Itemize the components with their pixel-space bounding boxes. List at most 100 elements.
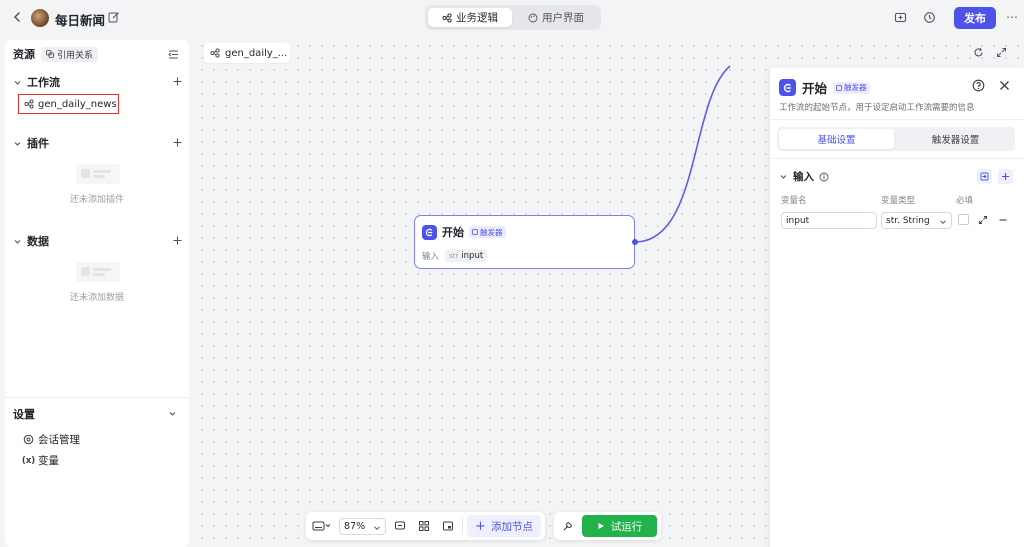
minimap-icon[interactable] xyxy=(442,520,454,532)
column-header-name: 变量名 xyxy=(781,196,807,206)
publish-button[interactable]: 发布 xyxy=(954,7,996,29)
settings-title[interactable]: 设置 xyxy=(13,406,35,422)
empty-plugins-illustration xyxy=(76,164,120,184)
io-variable-chip: str input xyxy=(445,249,488,262)
input-section-header[interactable]: 输入 xyxy=(779,169,829,184)
section-data[interactable]: 数据 xyxy=(13,233,183,249)
chevron-down-icon[interactable] xyxy=(168,409,177,418)
panel-start-icon xyxy=(779,79,796,96)
debug-tool-icon[interactable] xyxy=(562,520,574,532)
empty-data-text: 还未添加数据 xyxy=(69,293,124,303)
io-value: input xyxy=(461,250,484,261)
play-icon xyxy=(598,523,604,529)
variable-type-value: str. String xyxy=(886,215,930,226)
monitor-icon[interactable] xyxy=(894,11,907,24)
tab-business-logic[interactable]: 业务逻辑 xyxy=(428,8,512,27)
section-data-title: 数据 xyxy=(27,235,49,248)
comment-icon[interactable] xyxy=(394,520,406,532)
start-node-title: 开始 xyxy=(442,226,464,239)
sidebar-divider xyxy=(5,397,189,398)
zoom-select[interactable]: 87% xyxy=(339,518,386,535)
chevron-down-icon xyxy=(14,80,21,85)
variable-type-select[interactable]: str. String xyxy=(881,212,952,229)
palette-icon xyxy=(528,13,538,22)
tab-user-interface[interactable]: 用户界面 xyxy=(514,8,598,27)
tab-trigger-settings[interactable]: 触发器设置 xyxy=(898,129,1013,149)
io-type: str xyxy=(449,251,459,260)
device-preview-icon[interactable] xyxy=(312,520,332,532)
history-icon[interactable] xyxy=(923,11,936,24)
expand-icon[interactable] xyxy=(978,215,988,225)
required-checkbox[interactable] xyxy=(958,214,969,225)
refresh-icon[interactable] xyxy=(973,47,984,58)
add-node-button[interactable]: + 添加节点 xyxy=(467,515,541,537)
import-icon xyxy=(980,172,989,181)
output-port[interactable] xyxy=(632,239,638,245)
edit-icon[interactable] xyxy=(108,11,120,23)
test-run-label: 试运行 xyxy=(610,520,643,533)
section-plugins[interactable]: 插件 xyxy=(13,135,183,151)
panel-trigger-badge-label: 触发器 xyxy=(844,83,867,92)
info-icon[interactable] xyxy=(819,172,829,182)
variable-name-input[interactable]: input xyxy=(781,212,877,229)
app-title: 每日新闻 xyxy=(55,13,106,28)
start-node-header: 开始 触发器 xyxy=(422,224,506,240)
remove-icon[interactable] xyxy=(998,215,1008,225)
section-workflow[interactable]: 工作流 xyxy=(13,74,183,90)
layout-icon[interactable] xyxy=(418,520,430,532)
close-icon[interactable] xyxy=(999,80,1010,91)
start-node[interactable]: 开始 触发器 输入 str input xyxy=(414,215,635,269)
variable-icon: (x) xyxy=(21,455,36,466)
empty-plugins-text: 还未添加插件 xyxy=(69,195,124,205)
add-node-label: 添加节点 xyxy=(490,520,533,533)
collapse-sidebar-icon[interactable] xyxy=(168,49,179,60)
panel-description: 工作流的起始节点，用于设定启动工作流需要的信息 xyxy=(779,103,975,113)
section-plugins-title: 插件 xyxy=(27,137,49,150)
start-icon xyxy=(425,228,433,236)
trigger-icon xyxy=(836,84,842,91)
test-run-button[interactable]: 试运行 xyxy=(582,515,657,537)
trigger-icon xyxy=(472,229,478,235)
top-bar: 每日新闻 业务逻辑 用户界面 发布 ⋯ xyxy=(0,0,1024,36)
chevron-down-icon xyxy=(940,220,946,225)
add-workflow-icon[interactable] xyxy=(172,76,183,87)
tab-business-logic-label: 业务逻辑 xyxy=(456,12,498,24)
resources-header: 资源 引用关系 xyxy=(13,46,99,62)
workflow-tab-label: gen_daily_... xyxy=(225,47,288,59)
plus-icon xyxy=(1002,173,1009,180)
add-input-button[interactable] xyxy=(998,169,1013,184)
workflow-item-label: gen_daily_news xyxy=(38,98,117,110)
settings-item-conversation-label: 会话管理 xyxy=(38,434,80,446)
settings-item-conversation[interactable]: 会话管理 xyxy=(23,432,80,447)
start-node-icon xyxy=(422,224,437,240)
add-data-icon[interactable] xyxy=(172,235,183,246)
help-icon[interactable] xyxy=(972,79,985,92)
tab-basic-settings[interactable]: 基础设置 xyxy=(779,129,894,149)
settings-item-variables-label: 变量 xyxy=(38,455,59,467)
chevron-down-icon xyxy=(374,526,380,531)
column-header-type: 变量类型 xyxy=(881,196,916,206)
more-icon[interactable]: ⋯ xyxy=(1006,10,1019,24)
chevron-left-icon[interactable] xyxy=(10,10,24,24)
chat-icon xyxy=(23,434,34,445)
resource-sidebar: 资源 引用关系 工作流 gen_daily_news 插件 还未添加插件 数据 … xyxy=(5,40,189,547)
trigger-badge-label: 触发器 xyxy=(480,227,503,237)
section-workflow-title: 工作流 xyxy=(27,76,60,89)
start-node-io: 输入 str input xyxy=(422,249,488,262)
references-button[interactable]: 引用关系 xyxy=(41,46,99,62)
mode-switch: 业务逻辑 用户界面 xyxy=(425,5,601,30)
workflow-item-gen-daily-news[interactable]: gen_daily_news xyxy=(18,94,119,114)
empty-data-illustration xyxy=(76,262,120,282)
expand-icon[interactable] xyxy=(996,47,1007,58)
plus-icon: + xyxy=(475,518,486,534)
workflow-icon xyxy=(442,12,452,23)
panel-divider xyxy=(770,119,1024,120)
input-section-title: 输入 xyxy=(793,171,814,183)
import-input-button[interactable] xyxy=(977,169,992,184)
io-label: 输入 xyxy=(422,251,440,262)
panel-divider xyxy=(770,158,1024,159)
add-plugin-icon[interactable] xyxy=(172,137,183,148)
workflow-tab[interactable]: gen_daily_... xyxy=(204,43,290,63)
zoom-value: 87% xyxy=(344,521,366,532)
settings-item-variables[interactable]: (x) 变量 xyxy=(21,453,59,468)
